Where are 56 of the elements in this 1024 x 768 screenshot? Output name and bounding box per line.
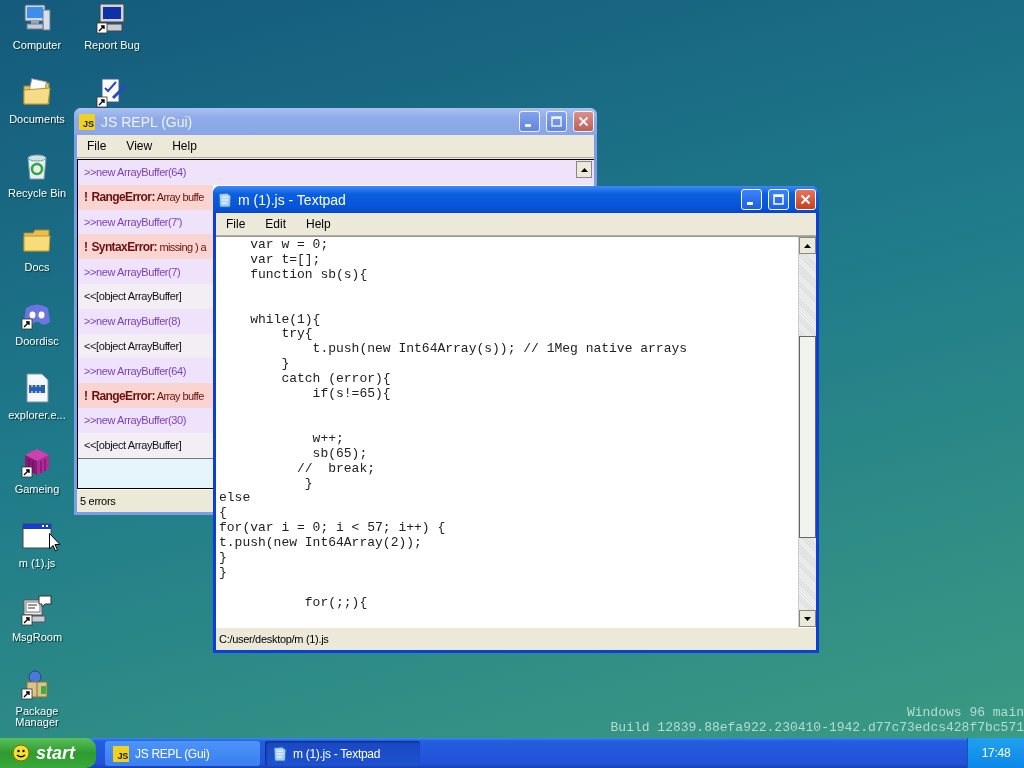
status-text: C:/user/desktop/m (1).js (219, 633, 329, 645)
folder-icon[interactable] (21, 76, 53, 108)
minimize-icon (524, 124, 531, 127)
icon-label[interactable]: explorer.e... (8, 410, 66, 421)
document-icon (218, 191, 232, 208)
icon-label[interactable]: Doordisc (15, 336, 59, 347)
minimize-icon (746, 202, 753, 205)
scroll-up-icon (580, 167, 588, 172)
computer-icon[interactable] (21, 2, 53, 34)
close-icon (578, 116, 589, 127)
menu-item[interactable]: View (118, 137, 161, 155)
maximize-button[interactable] (768, 189, 789, 210)
monitor-icon[interactable] (96, 2, 128, 34)
scroll-down-icon (804, 616, 811, 621)
smiley-icon (12, 744, 30, 762)
icon-label[interactable]: Documents (9, 114, 65, 125)
checklist-icon[interactable] (96, 76, 128, 108)
menu-item[interactable]: Help (298, 215, 339, 233)
build-info-text: Build 12839.88efa922.230410-1942.d77c73edcs428f7bc571 (610, 720, 1024, 735)
maximize-button[interactable] (546, 111, 567, 132)
maximize-icon (773, 194, 784, 205)
menu-item[interactable]: File (79, 137, 115, 155)
status-text: 5 errors (80, 495, 116, 507)
taskbar-button[interactable]: m (1).js - Textpad (265, 741, 420, 766)
js-icon: JS (113, 745, 129, 762)
clock: 17:48 (981, 746, 1011, 760)
cursor-icon (49, 533, 61, 552)
window-title: JS REPL (Gui) (101, 113, 194, 130)
close-button[interactable] (573, 111, 594, 132)
icon-label[interactable]: Package Manager (1, 706, 73, 728)
minimize-button[interactable] (519, 111, 540, 132)
close-icon (800, 194, 811, 205)
scroll-up-button[interactable] (576, 161, 592, 178)
scroll-up-icon (804, 243, 811, 248)
maximize-icon (551, 116, 562, 127)
icon-label[interactable]: m (1).js (18, 558, 56, 569)
menu-item[interactable]: Help (164, 137, 205, 155)
menu-item[interactable]: File (218, 215, 254, 233)
icon-label[interactable]: Recycle Bin (7, 188, 67, 199)
icon-label[interactable]: Gameing (14, 484, 60, 495)
taskbar-button[interactable]: JS JS REPL (Gui) (105, 741, 260, 766)
chat-computer-icon[interactable] (21, 594, 53, 626)
icon-label[interactable]: MsgRoom (11, 632, 63, 643)
document-icon (273, 745, 287, 762)
scrollbar[interactable] (798, 237, 816, 627)
window-icon[interactable] (21, 520, 53, 552)
console-input-field[interactable] (78, 457, 213, 488)
window-title: m (1).js - Textpad (238, 191, 347, 208)
icon-label[interactable]: Docs (24, 262, 50, 273)
icon-label[interactable]: Report Bug (84, 40, 140, 51)
close-button[interactable] (795, 189, 816, 210)
js-icon: JS (79, 113, 95, 130)
icon-label[interactable]: Computer (12, 40, 62, 51)
menu-item[interactable]: Edit (257, 215, 295, 233)
minimize-button[interactable] (741, 189, 762, 210)
build-info-text: Windows 96 main (905, 705, 1024, 720)
